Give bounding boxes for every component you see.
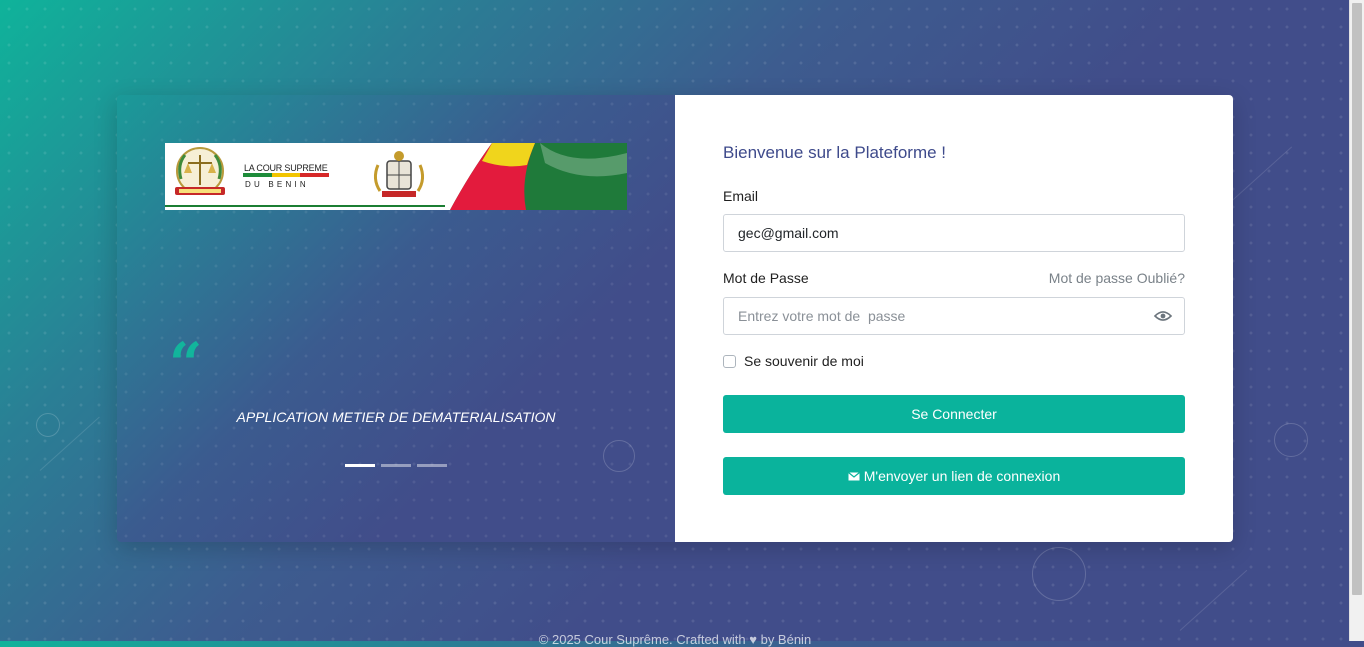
coat-of-arms-emblem — [373, 151, 425, 197]
decorative-circle — [1274, 423, 1308, 457]
page-footer: © 2025 Cour Suprême. Crafted with ♥ by B… — [538, 632, 812, 647]
form-title: Bienvenue sur la Plateforme ! — [723, 143, 947, 162]
justice-scales-emblem — [175, 147, 225, 195]
vertical-scrollbar[interactable] — [1349, 0, 1364, 641]
carousel-indicator-2[interactable] — [381, 464, 411, 467]
carousel-indicators — [345, 464, 447, 467]
quote-icon: “ — [169, 330, 203, 398]
banner-title: LA COUR SUPREME — [244, 163, 328, 173]
mail-icon — [847, 471, 860, 480]
decorative-circle — [1032, 547, 1086, 601]
login-button[interactable]: Se Connecter — [723, 395, 1185, 433]
benin-flag-image — [430, 143, 627, 210]
carousel-indicator-3[interactable] — [417, 464, 447, 467]
banner-underline — [165, 205, 445, 207]
remember-me-checkbox[interactable] — [723, 354, 736, 368]
banner-flag-stripe — [243, 173, 330, 177]
banner-subtitle: DU BENIN — [245, 180, 309, 189]
login-card: LA COUR SUPREME DU BENIN “ APPLICATION M… — [117, 95, 1233, 542]
eye-icon[interactable] — [1153, 308, 1173, 324]
scrollbar-thumb[interactable] — [1352, 3, 1362, 595]
decorative-circle — [36, 413, 60, 437]
decorative-circle — [603, 440, 635, 472]
email-label: Email — [723, 188, 759, 204]
carousel-text: APPLICATION METIER DE DEMATERIALISATION — [236, 409, 556, 425]
forgot-password-link[interactable]: Mot de passe Oublié? — [1049, 270, 1185, 286]
remember-me[interactable]: Se souvenir de moi — [723, 353, 864, 369]
carousel-indicator-1[interactable] — [345, 464, 375, 467]
password-field[interactable] — [723, 297, 1185, 335]
send-login-link-button[interactable]: M'envoyer un lien de connexion — [723, 457, 1185, 495]
remember-me-label: Se souvenir de moi — [744, 353, 864, 369]
password-label: Mot de Passe — [723, 270, 809, 286]
cour-supreme-banner: LA COUR SUPREME DU BENIN — [165, 143, 627, 210]
email-field[interactable] — [723, 214, 1185, 252]
login-button-label: Se Connecter — [911, 406, 997, 422]
carousel-panel: LA COUR SUPREME DU BENIN “ APPLICATION M… — [117, 95, 675, 542]
send-login-link-label: M'envoyer un lien de connexion — [863, 468, 1061, 484]
login-form-panel: Bienvenue sur la Plateforme ! Email Mot … — [675, 95, 1233, 542]
